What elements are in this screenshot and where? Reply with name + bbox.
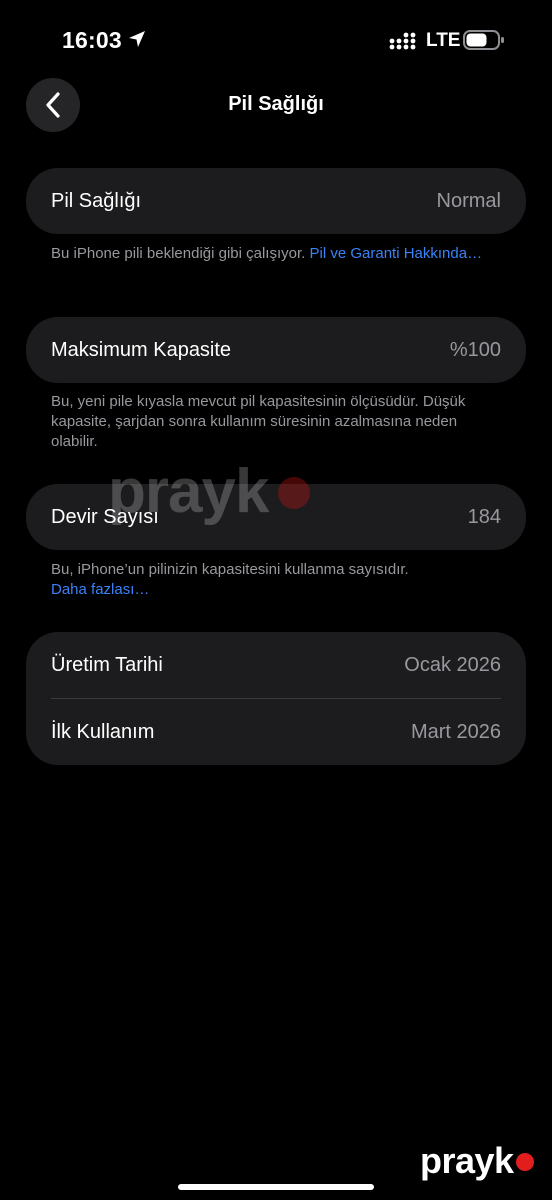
max-capacity-card: Maksimum Kapasite %100 <box>26 317 526 383</box>
location-arrow-icon <box>129 31 145 47</box>
watermark-dot-corner <box>516 1153 534 1171</box>
status-time: 16:03 <box>62 27 122 53</box>
manufacture-date-row: Üretim Tarihi Ocak 2026 <box>26 632 526 698</box>
max-capacity-value: %100 <box>449 338 501 361</box>
max-capacity-footnote: Bu, yeni pile kıyasla mevcut pil kapasit… <box>51 392 501 452</box>
battery-health-footnote-text: Bu iPhone pili beklendiği gibi çalışıyor… <box>51 245 306 262</box>
watermark-dot-center <box>278 477 310 509</box>
status-bar: 16:03 LTE <box>0 0 552 80</box>
status-network: LTE <box>426 30 461 51</box>
battery-health-label: Pil Sağlığı <box>51 189 142 212</box>
cycle-count-row: Devir Sayısı 184 <box>26 484 526 550</box>
cycle-count-footnote-text: Bu, iPhone’un pilinizin kapasitesini kul… <box>51 561 409 578</box>
manufacture-date-label: Üretim Tarihi <box>51 653 163 676</box>
watermark-corner: prayk <box>420 1140 514 1181</box>
learn-more-link[interactable]: Daha fazlası… <box>51 581 149 598</box>
cellular-signal-icon <box>389 32 416 50</box>
max-capacity-row: Maksimum Kapasite %100 <box>26 317 526 383</box>
battery-health-value: Normal <box>436 189 501 212</box>
cycle-count-value: 184 <box>467 505 501 528</box>
battery-warranty-link[interactable]: Pil ve Garanti Hakkında… <box>310 245 483 262</box>
cycle-count-footnote: Bu, iPhone’un pilinizin kapasitesini kul… <box>51 560 501 600</box>
battery-health-card: Pil Sağlığı Normal <box>26 168 526 234</box>
first-use-label: İlk Kullanım <box>51 720 155 743</box>
max-capacity-label: Maksimum Kapasite <box>51 338 232 361</box>
battery-health-row: Pil Sağlığı Normal <box>26 168 526 234</box>
home-indicator[interactable] <box>178 1184 374 1190</box>
battery-icon <box>463 30 504 50</box>
max-capacity-footnote-text: Bu, yeni pile kıyasla mevcut pil kapasit… <box>51 393 466 450</box>
cycle-count-card: Devir Sayısı 184 <box>26 484 526 550</box>
page-title: Pil Sağlığı <box>228 93 324 115</box>
manufacture-date-value: Ocak 2026 <box>404 653 501 676</box>
dates-card: Üretim Tarihi Ocak 2026 İlk Kullanım Mar… <box>26 632 526 765</box>
watermark-center: prayk <box>108 457 269 526</box>
first-use-row: İlk Kullanım Mart 2026 <box>26 699 526 765</box>
battery-health-footnote: Bu iPhone pili beklendiği gibi çalışıyor… <box>51 244 501 264</box>
first-use-value: Mart 2026 <box>410 720 501 743</box>
